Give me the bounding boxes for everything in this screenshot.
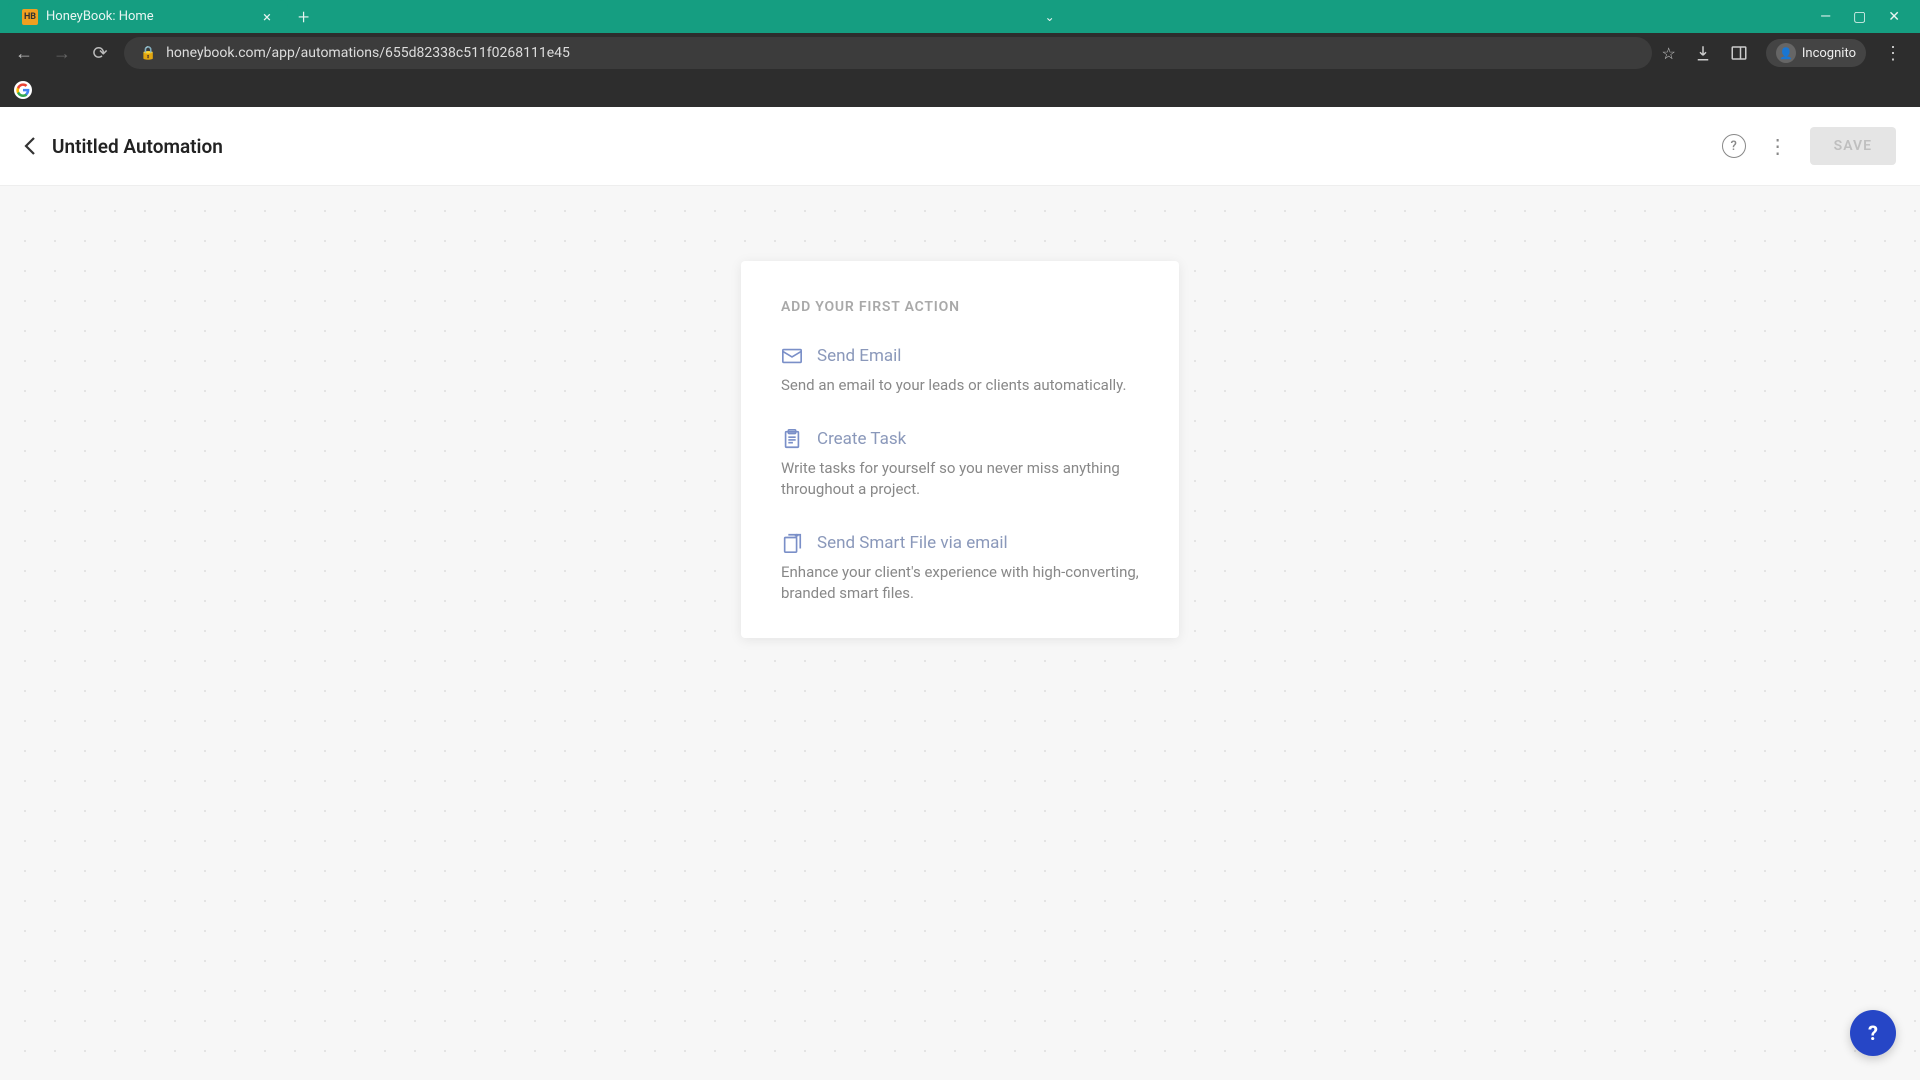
incognito-badge[interactable]: 👤 Incognito — [1766, 39, 1866, 67]
address-bar[interactable]: 🔒 honeybook.com/app/automations/655d8233… — [124, 37, 1652, 69]
new-tab-button[interactable]: + — [298, 5, 309, 29]
download-icon[interactable] — [1694, 44, 1712, 62]
bookmark-star-icon[interactable]: ☆ — [1662, 44, 1676, 63]
action-create-task[interactable]: Create Task Write tasks for yourself so … — [781, 428, 1139, 500]
tab-title: HoneyBook: Home — [46, 9, 154, 24]
window-controls: — ▢ ✕ — [1820, 9, 1920, 25]
action-description: Enhance your client's experience with hi… — [781, 562, 1139, 604]
browser-menu-icon[interactable]: ⋮ — [1884, 43, 1902, 64]
tab-favicon: HB — [22, 9, 38, 25]
page-title: Untitled Automation — [52, 135, 223, 158]
browser-toolbar: ← → ⟳ 🔒 honeybook.com/app/automations/65… — [0, 33, 1920, 73]
help-fab-button[interactable]: ? — [1850, 1010, 1896, 1056]
automation-canvas: ADD YOUR FIRST ACTION Send Email Send an… — [0, 186, 1920, 1080]
url-text: honeybook.com/app/automations/655d82338c… — [166, 45, 570, 61]
action-send-smart-file[interactable]: Send Smart File via email Enhance your c… — [781, 532, 1139, 604]
incognito-label: Incognito — [1802, 46, 1856, 61]
add-action-card: ADD YOUR FIRST ACTION Send Email Send an… — [741, 261, 1179, 638]
header-right: ? ⋮ SAVE — [1722, 127, 1896, 165]
reload-icon[interactable]: ⟳ — [86, 39, 114, 67]
google-bookmark-icon[interactable] — [14, 81, 32, 99]
close-window-icon[interactable]: ✕ — [1888, 9, 1900, 25]
action-title: Send Email — [817, 346, 901, 366]
help-icon[interactable]: ? — [1722, 134, 1746, 158]
mail-icon — [781, 345, 803, 367]
tabs-dropdown-icon[interactable]: ⌄ — [1045, 10, 1055, 24]
task-icon — [781, 428, 803, 450]
toolbar-right: ☆ 👤 Incognito ⋮ — [1662, 39, 1910, 67]
lock-icon: 🔒 — [140, 46, 156, 61]
back-arrow-button[interactable] — [24, 136, 36, 156]
browser-tab-strip: HB HoneyBook: Home × + ⌄ — ▢ ✕ — [0, 0, 1920, 33]
incognito-icon: 👤 — [1776, 43, 1796, 63]
action-description: Send an email to your leads or clients a… — [781, 375, 1139, 396]
tab-close-icon[interactable]: × — [258, 8, 276, 26]
minimize-icon[interactable]: — — [1820, 9, 1831, 25]
browser-tab[interactable]: HB HoneyBook: Home × — [8, 0, 288, 33]
action-title: Create Task — [817, 429, 906, 449]
maximize-icon[interactable]: ▢ — [1853, 9, 1866, 25]
card-heading: ADD YOUR FIRST ACTION — [781, 299, 1139, 315]
save-button[interactable]: SAVE — [1810, 127, 1896, 165]
more-menu-icon[interactable]: ⋮ — [1768, 134, 1788, 158]
action-description: Write tasks for yourself so you never mi… — [781, 458, 1139, 500]
file-icon — [781, 532, 803, 554]
forward-icon: → — [48, 39, 76, 67]
app-header: Untitled Automation ? ⋮ SAVE — [0, 107, 1920, 186]
action-send-email[interactable]: Send Email Send an email to your leads o… — [781, 345, 1139, 396]
action-title: Send Smart File via email — [817, 533, 1008, 553]
bookmarks-bar — [0, 73, 1920, 107]
back-icon[interactable]: ← — [10, 39, 38, 67]
panel-icon[interactable] — [1730, 44, 1748, 62]
